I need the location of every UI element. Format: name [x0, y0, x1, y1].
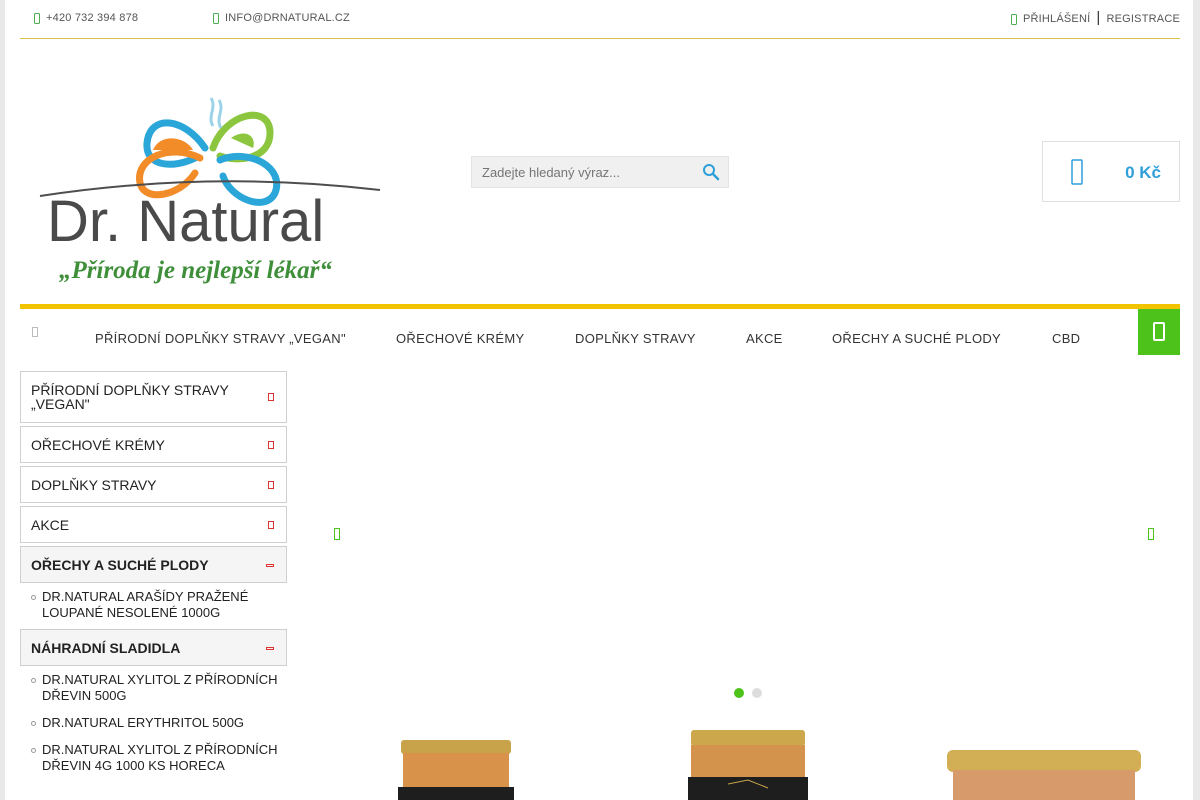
email-contact[interactable]: INFO@DRNATURAL.CZ — [213, 12, 350, 24]
cart-icon — [1071, 159, 1083, 185]
logo-brand-text: Dr. Natural — [47, 189, 324, 254]
chevron-right-icon — [268, 440, 274, 449]
collapse-icon — [266, 563, 274, 567]
sidebar-category-label: DOPLŇKY STRAVY — [31, 476, 157, 493]
chevron-right-icon — [268, 393, 274, 401]
top-bar: +420 732 394 878 INFO@DRNATURAL.CZ PŘIHL… — [20, 0, 1180, 39]
logo-slogan-text: „Příroda je nejlepší lékař“ — [59, 257, 332, 284]
slider-pagination — [734, 688, 762, 698]
menu-toggle-button[interactable] — [1138, 309, 1180, 355]
sidebar-category-doplnky-stravy[interactable]: DOPLŇKY STRAVY — [20, 466, 287, 503]
sidebar-subitem[interactable]: DR.NATURAL ARAŠÍDY PRAŽENÉ LOUPANÉ NESOL… — [31, 589, 287, 621]
sidebar-category-label: PŘÍRODNÍ DOPLŇKY STRAVY „VEGAN" — [31, 382, 229, 412]
envelope-icon — [213, 12, 219, 24]
sidebar-category-label: AKCE — [31, 516, 70, 533]
collapse-icon — [266, 646, 274, 650]
slider-prev-arrow-icon[interactable] — [334, 528, 340, 540]
nav-item-cbd[interactable]: CBD — [1052, 331, 1080, 346]
nav-item-doplnky-stravy[interactable]: DOPLŇKY STRAVY — [575, 331, 696, 346]
nav-item-orechove-kremy[interactable]: OŘECHOVÉ KRÉMY — [396, 331, 524, 346]
sidebar-subcategory-list: DR.NATURAL ARAŠÍDY PRAŽENÉ LOUPANÉ NESOL… — [20, 586, 287, 629]
phone-icon — [34, 12, 40, 24]
search-icon[interactable] — [702, 163, 720, 181]
slider-dot-active[interactable] — [734, 688, 744, 698]
cart-total: 0 Kč — [1125, 163, 1161, 182]
product-image[interactable] — [398, 738, 514, 800]
sidebar-subitem[interactable]: DR.NATURAL ERYTHRITOL 500G — [31, 715, 287, 731]
search-box — [471, 156, 729, 188]
cart-widget[interactable]: 0 Kč — [1042, 141, 1180, 202]
bullet-icon — [31, 678, 36, 683]
nav-item-akce[interactable]: AKCE — [746, 331, 783, 346]
bullet-icon — [31, 748, 36, 753]
sidebar-category-akce[interactable]: AKCE — [20, 506, 287, 543]
menu-icon — [1153, 322, 1165, 341]
register-link[interactable]: REGISTRACE — [1106, 13, 1180, 25]
sidebar-category-label: NÁHRADNÍ SLADIDLA — [31, 639, 181, 656]
user-icon — [1010, 13, 1017, 25]
sidebar-category-vegan[interactable]: PŘÍRODNÍ DOPLŇKY STRAVY „VEGAN" — [20, 371, 287, 423]
banner-slider — [302, 371, 1180, 701]
phone-number: +420 732 394 878 — [46, 12, 139, 24]
sidebar-subitem[interactable]: DR.NATURAL XYLITOL Z PŘÍRODNÍCH DŘEVIN 5… — [31, 672, 287, 704]
nav-item-orechy[interactable]: OŘECHY A SUCHÉ PLODY — [832, 331, 1001, 346]
product-image[interactable] — [688, 728, 808, 800]
page: +420 732 394 878 INFO@DRNATURAL.CZ PŘIHL… — [5, 0, 1193, 800]
bullet-icon — [31, 595, 36, 600]
site-logo[interactable]: Dr. Natural „Příroda je nejlepší lékař“ — [35, 88, 385, 288]
category-sidebar: PŘÍRODNÍ DOPLŇKY STRAVY „VEGAN" OŘECHOVÉ… — [20, 371, 287, 782]
sidebar-category-orechy[interactable]: OŘECHY A SUCHÉ PLODY — [20, 546, 287, 583]
sidebar-category-label: OŘECHOVÉ KRÉMY — [31, 436, 165, 453]
sidebar-category-nahradni-sladidla[interactable]: NÁHRADNÍ SLADIDLA — [20, 629, 287, 666]
bullet-icon — [31, 721, 36, 726]
sidebar-subcategory-list: DR.NATURAL XYLITOL Z PŘÍRODNÍCH DŘEVIN 5… — [20, 669, 287, 782]
sidebar-subitem-label: DR.NATURAL ARAŠÍDY PRAŽENÉ LOUPANÉ NESOL… — [42, 589, 249, 620]
sidebar-category-orechove-kremy[interactable]: OŘECHOVÉ KRÉMY — [20, 426, 287, 463]
account-links: PŘIHLÁŠENÍ | REGISTRACE — [1010, 9, 1180, 26]
chevron-right-icon — [268, 480, 274, 489]
logo-graphic: Dr. Natural „Příroda je nejlepší lékař“ — [39, 97, 381, 284]
home-icon[interactable] — [32, 327, 38, 337]
sidebar-subitem-label: DR.NATURAL ERYTHRITOL 500G — [42, 715, 245, 730]
main-navigation: PŘÍRODNÍ DOPLŇKY STRAVY „VEGAN" OŘECHOVÉ… — [20, 304, 1180, 355]
chevron-right-icon — [268, 520, 274, 529]
email-address: INFO@DRNATURAL.CZ — [225, 12, 350, 24]
link-separator: | — [1096, 9, 1101, 26]
product-image[interactable] — [945, 748, 1143, 800]
login-link[interactable]: PŘIHLÁŠENÍ — [1023, 13, 1090, 25]
sidebar-subitem-label: DR.NATURAL XYLITOL Z PŘÍRODNÍCH DŘEVIN 5… — [42, 672, 278, 703]
sidebar-category-label: OŘECHY A SUCHÉ PLODY — [31, 556, 209, 573]
slider-next-arrow-icon[interactable] — [1148, 528, 1154, 540]
phone-contact[interactable]: +420 732 394 878 — [34, 12, 138, 24]
nav-item-vegan[interactable]: PŘÍRODNÍ DOPLŇKY STRAVY „VEGAN" — [95, 331, 346, 346]
search-input[interactable] — [472, 157, 692, 187]
slider-dot[interactable] — [752, 688, 762, 698]
sidebar-subitem[interactable]: DR.NATURAL XYLITOL Z PŘÍRODNÍCH DŘEVIN 4… — [31, 742, 287, 774]
sidebar-subitem-label: DR.NATURAL XYLITOL Z PŘÍRODNÍCH DŘEVIN 4… — [42, 742, 278, 773]
